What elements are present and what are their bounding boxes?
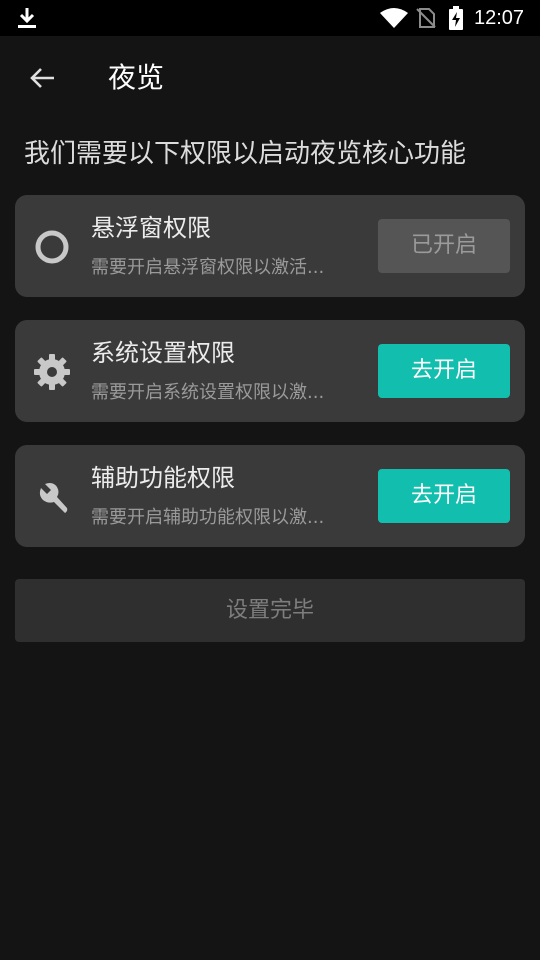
accessibility-enable-button[interactable]: 去开启 — [378, 469, 510, 523]
permission-card-system-settings: 系统设置权限 需要开启系统设置权限以激... 去开启 — [15, 320, 525, 422]
download-icon — [18, 8, 36, 28]
permission-card-accessibility: 辅助功能权限 需要开启辅助功能权限以激... 去开启 — [15, 445, 525, 547]
permission-title: 辅助功能权限 — [91, 464, 235, 492]
status-time: 12:07 — [474, 7, 525, 29]
app-bar: 夜览 — [0, 36, 540, 120]
permission-desc: 需要开启辅助功能权限以激... — [91, 507, 325, 528]
wifi-icon — [380, 8, 408, 28]
overlay-enabled-button[interactable]: 已开启 — [378, 219, 510, 273]
permission-desc: 需要开启悬浮窗权限以激活... — [91, 257, 325, 278]
permission-desc: 需要开启系统设置权限以激... — [91, 382, 325, 403]
gear-icon — [34, 354, 70, 390]
system-settings-enable-button[interactable]: 去开启 — [378, 344, 510, 398]
status-bar: 12:07 — [0, 0, 540, 36]
no-sim-icon — [416, 8, 436, 28]
finish-button[interactable]: 设置完毕 — [15, 579, 525, 642]
wrench-icon — [39, 483, 68, 513]
page-title: 夜览 — [108, 61, 165, 94]
battery-charging-icon — [449, 6, 463, 30]
back-arrow-icon[interactable] — [26, 62, 58, 94]
intro-text: 我们需要以下权限以启动夜览核心功能 — [24, 139, 467, 169]
permission-title: 悬浮窗权限 — [91, 214, 211, 242]
permission-title: 系统设置权限 — [91, 339, 235, 367]
circle-ring-icon — [35, 230, 69, 264]
permission-card-overlay: 悬浮窗权限 需要开启悬浮窗权限以激活... 已开启 — [15, 195, 525, 297]
